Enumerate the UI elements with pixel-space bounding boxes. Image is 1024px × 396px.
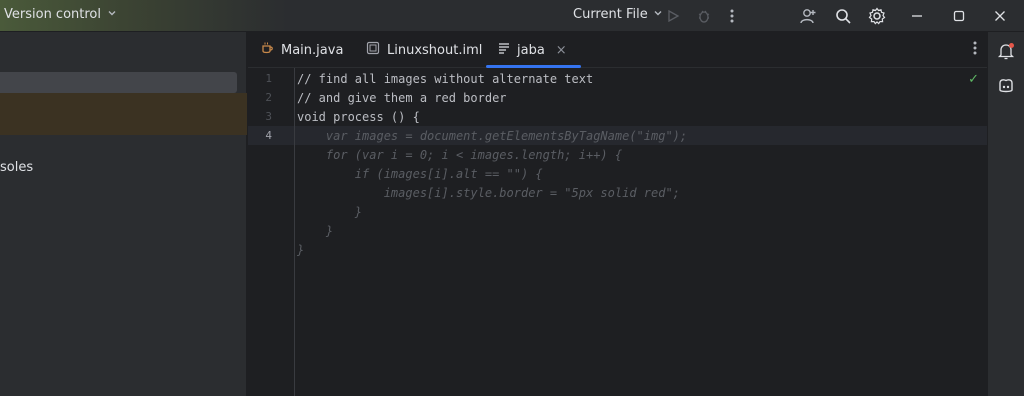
code-line: void process () { bbox=[297, 110, 420, 124]
tabs-more-icon[interactable] bbox=[973, 41, 977, 59]
module-file-icon bbox=[366, 41, 380, 59]
line-number: 1 bbox=[265, 72, 272, 85]
editor-tabs: Main.java Linuxshout.iml jaba × bbox=[248, 32, 987, 68]
code-line: } bbox=[297, 243, 305, 257]
line-number-gutter[interactable]: 1 2 3 4 bbox=[248, 68, 295, 396]
code-line: for (var i = 0; i < images.length; i++) … bbox=[297, 148, 623, 162]
tab-label: Main.java bbox=[281, 42, 344, 58]
settings-icon[interactable] bbox=[867, 6, 887, 26]
line-number: 2 bbox=[265, 91, 272, 104]
vcs-widget[interactable]: Version control bbox=[4, 7, 117, 22]
code-line: if (images[i].alt == "") { bbox=[297, 167, 543, 181]
notifications-bell-icon[interactable] bbox=[996, 41, 1016, 61]
search-icon[interactable] bbox=[833, 6, 853, 26]
java-file-icon bbox=[260, 41, 274, 59]
vcs-label: Version control bbox=[4, 7, 101, 22]
editor-area: Main.java Linuxshout.iml jaba × 1 2 3 4 … bbox=[248, 32, 987, 396]
no-problems-check-icon[interactable]: ✓ bbox=[968, 72, 979, 87]
tab-main-java[interactable]: Main.java bbox=[260, 32, 343, 68]
chevron-down-icon bbox=[107, 7, 117, 22]
code-line: // and give them a red border bbox=[297, 91, 507, 105]
tab-jaba[interactable]: jaba × bbox=[486, 32, 581, 68]
code-line: // find all images without alternate tex… bbox=[297, 72, 594, 86]
highlighted-tree-row[interactable] bbox=[0, 93, 247, 135]
chevron-down-icon bbox=[653, 7, 663, 22]
debug-icon[interactable] bbox=[694, 6, 714, 26]
add-user-icon[interactable] bbox=[798, 6, 818, 26]
tree-item-label[interactable]: soles bbox=[0, 160, 33, 175]
code-line: images[i].style.border = "5px solid red"… bbox=[297, 186, 680, 200]
title-bar: Version control Current File bbox=[0, 0, 1024, 32]
copilot-icon[interactable] bbox=[996, 76, 1016, 96]
more-icon[interactable] bbox=[722, 6, 742, 26]
current-line-number: 4 bbox=[265, 129, 272, 142]
line-number: 3 bbox=[265, 110, 272, 123]
code-line: } bbox=[297, 224, 334, 238]
run-config-label: Current File bbox=[573, 7, 648, 22]
tab-label: jaba bbox=[517, 42, 545, 58]
tab-linuxshout-iml[interactable]: Linuxshout.iml bbox=[366, 32, 482, 68]
run-icon[interactable] bbox=[663, 6, 683, 26]
code-line: var images = document.getElementsByTagNa… bbox=[297, 129, 688, 143]
minimize-icon[interactable] bbox=[907, 6, 927, 26]
selected-tree-row[interactable] bbox=[0, 72, 237, 93]
close-tab-icon[interactable]: × bbox=[556, 43, 567, 58]
project-tool-window: soles bbox=[0, 32, 247, 396]
close-icon[interactable] bbox=[990, 6, 1010, 26]
code-line: } bbox=[297, 205, 363, 219]
text-file-icon bbox=[498, 42, 510, 58]
right-tool-strip bbox=[987, 32, 1024, 396]
run-configuration-selector[interactable]: Current File bbox=[573, 7, 663, 22]
tab-label: Linuxshout.iml bbox=[387, 42, 483, 58]
maximize-icon[interactable] bbox=[949, 6, 969, 26]
